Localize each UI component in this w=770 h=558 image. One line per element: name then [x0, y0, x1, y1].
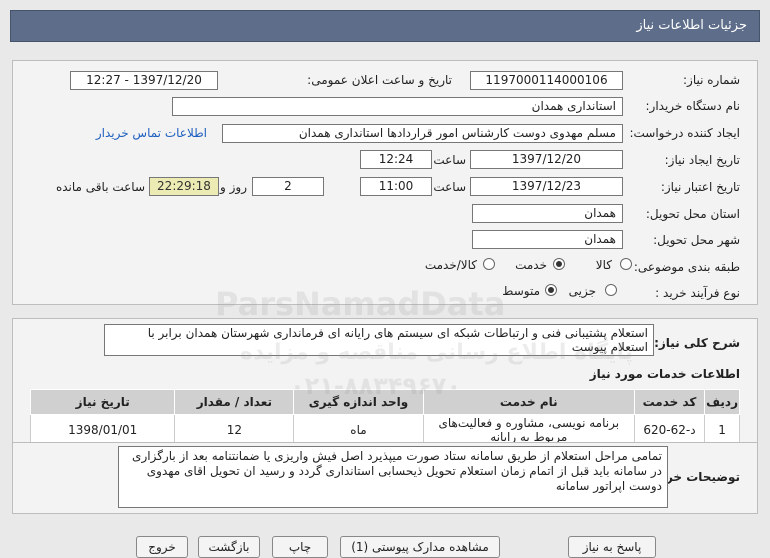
created-date-label: تاریخ ایجاد نیاز:: [664, 153, 740, 167]
col-row: ردیف: [704, 389, 740, 415]
requester-field: مسلم مهدوی دوست کارشناس امور قراردادها ا…: [222, 124, 623, 143]
category-option-goods: کالا: [595, 258, 612, 272]
cell-code: د-62-620: [633, 414, 706, 446]
category-radio-goods-service[interactable]: [483, 258, 495, 270]
reply-button[interactable]: پاسخ به نیاز: [568, 536, 656, 558]
process-option-medium: متوسط: [502, 284, 540, 298]
validity-time-label: ساعت: [433, 180, 466, 194]
process-radio-minor[interactable]: [605, 284, 617, 296]
process-label: نوع فرآیند خرید :: [655, 286, 740, 300]
province-field: همدان: [472, 204, 623, 223]
validity-date-label: تاریخ اعتبار نیاز:: [660, 180, 740, 194]
description-field: استعلام پشتیبانی فنی و ارتباطات شبکه ای …: [104, 324, 654, 356]
cell-name: برنامه نویسی، مشاوره و فعالیت‌های مربوط …: [422, 414, 635, 446]
cell-row: 1: [704, 414, 740, 446]
services-title: اطلاعات خدمات مورد نیاز: [589, 367, 740, 381]
category-option-goods-service: کالا/خدمت: [424, 258, 477, 272]
remaining-time-field: 22:29:18: [149, 177, 219, 196]
description-label: شرح کلی نیاز:: [654, 336, 740, 350]
table-row: 1 د-62-620 برنامه نویسی، مشاوره و فعالیت…: [29, 414, 740, 446]
need-number-label: شماره نیاز:: [683, 73, 740, 87]
category-radio-service[interactable]: [553, 258, 565, 270]
buyer-contact-link[interactable]: اطلاعات تماس خریدار: [96, 126, 207, 140]
print-button[interactable]: چاپ: [272, 536, 328, 558]
buyer-org-label: نام دستگاه خریدار:: [645, 99, 741, 113]
back-button[interactable]: بازگشت: [198, 536, 260, 558]
exit-button[interactable]: خروج: [136, 536, 188, 558]
process-radio-medium[interactable]: [545, 284, 557, 296]
page-title: جزئیات اطلاعات نیاز: [636, 18, 747, 33]
col-qty: تعداد / مقدار: [174, 389, 295, 415]
col-unit: واحد اندازه گیری: [293, 389, 424, 415]
category-option-service: خدمت: [515, 258, 547, 272]
days-label: روز و: [220, 180, 247, 194]
created-time-label: ساعت: [433, 153, 466, 167]
attachments-button[interactable]: مشاهده مدارک پیوستی (1): [340, 536, 500, 558]
remaining-days-field: 2: [252, 177, 324, 196]
city-label: شهر محل تحویل:: [653, 233, 740, 247]
cell-date: 1398/01/01: [29, 414, 176, 446]
category-label: طبقه بندی موضوعی:: [633, 260, 740, 274]
col-date: تاریخ نیاز: [29, 389, 176, 415]
need-number-field: 1197000114000106: [470, 71, 623, 90]
cell-qty: 12: [174, 414, 295, 446]
created-time-field: 12:24: [360, 150, 432, 169]
buyer-notes-field: تمامی مراحل استعلام از طریق سامانه ستاد …: [118, 446, 668, 508]
created-date-field: 1397/12/20: [470, 150, 623, 169]
remaining-time-label: ساعت باقی مانده: [55, 180, 145, 194]
announce-field: 1397/12/20 - 12:27: [70, 71, 218, 90]
announce-label: تاریخ و ساعت اعلان عمومی:: [307, 73, 452, 87]
page-title-bar: جزئیات اطلاعات نیاز: [10, 10, 760, 42]
validity-time-field: 11:00: [360, 177, 432, 196]
requester-label: ایجاد کننده درخواست:: [629, 126, 740, 140]
col-name: نام خدمت: [422, 389, 635, 415]
category-radio-goods[interactable]: [620, 258, 632, 270]
city-field: همدان: [472, 230, 623, 249]
validity-date-field: 1397/12/23: [470, 177, 623, 196]
cell-unit: ماه: [293, 414, 424, 446]
col-code: کد خدمت: [633, 389, 706, 415]
province-label: استان محل تحویل:: [645, 207, 740, 221]
services-header-row: ردیف کد خدمت نام خدمت واحد اندازه گیری ت…: [29, 389, 740, 415]
services-table: ردیف کد خدمت نام خدمت واحد اندازه گیری ت…: [29, 389, 740, 446]
buyer-org-field: استانداری همدان: [172, 97, 623, 116]
process-option-minor: جزیی: [568, 284, 596, 298]
